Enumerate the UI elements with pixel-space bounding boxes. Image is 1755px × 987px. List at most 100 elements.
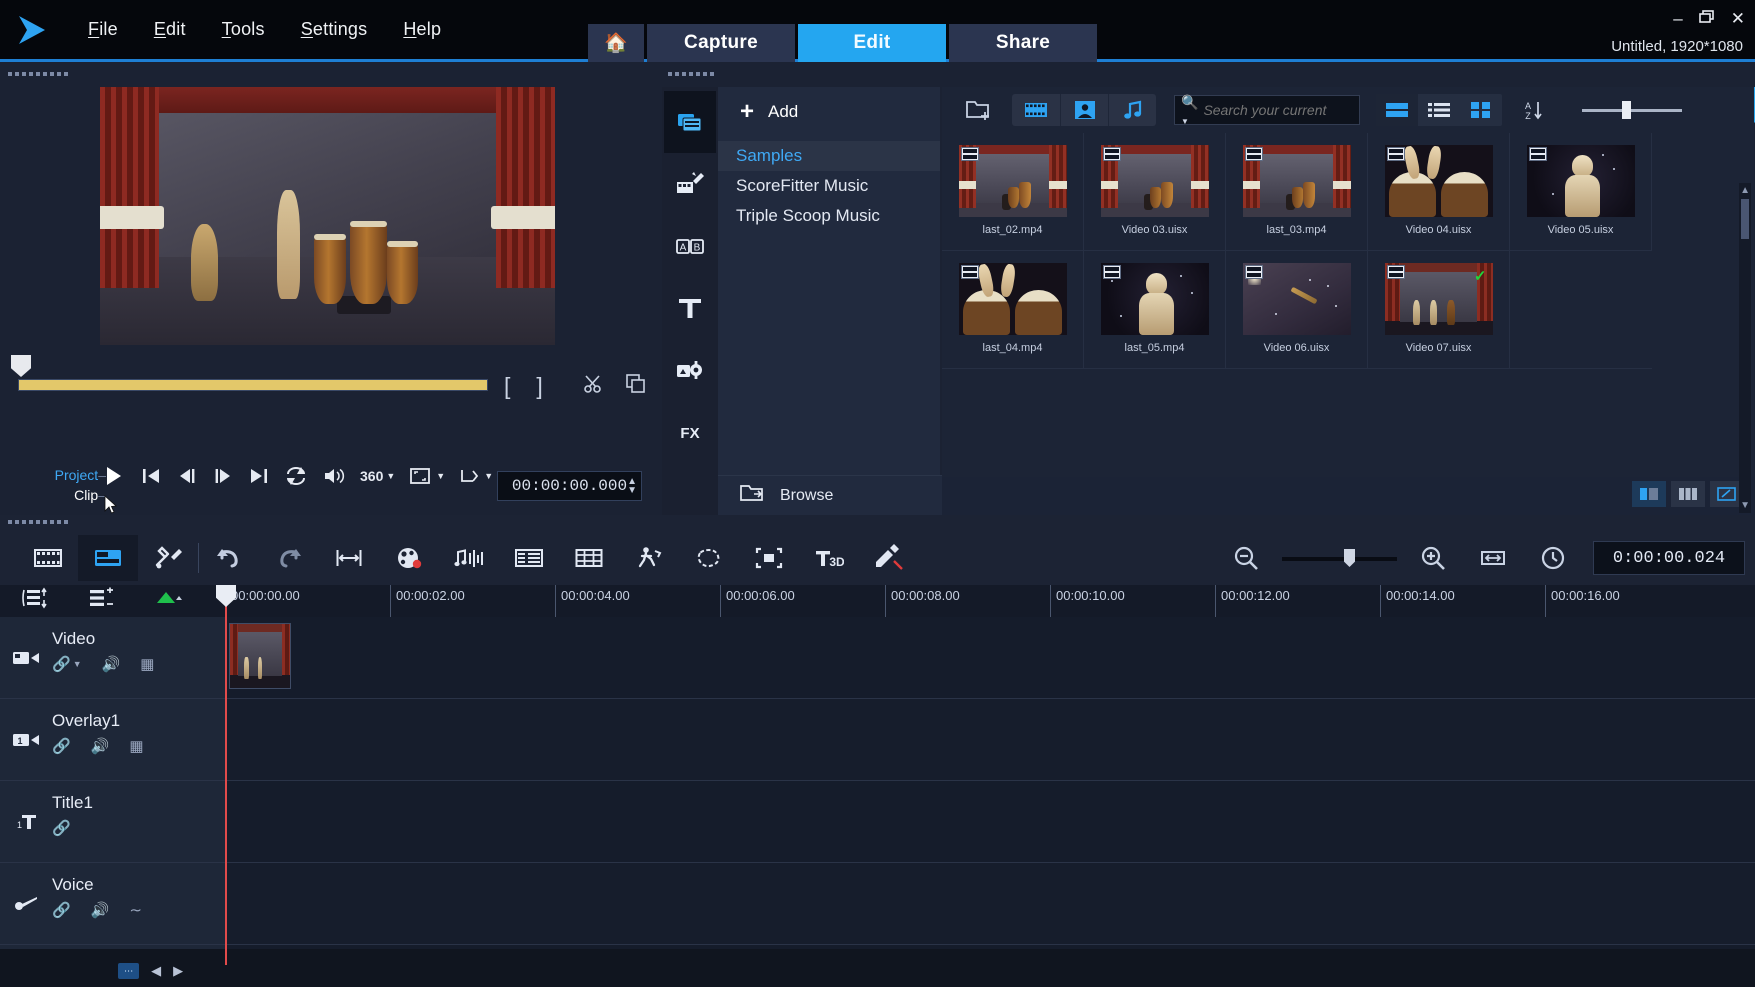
undo-button[interactable] [199,535,259,581]
screen-capture-button[interactable] [739,535,799,581]
link-icon[interactable]: 🔗 [52,819,71,837]
timeline-vertical-scrollbar[interactable]: ▲ ▼ [1739,183,1751,513]
close-button[interactable]: ✕ [1731,10,1745,27]
scroll-right-arrow[interactable]: ▶ [173,963,183,979]
track-height-button[interactable] [88,587,114,609]
track-manager-button[interactable] [22,587,48,609]
minimize-button[interactable]: – [1673,10,1682,27]
track-lane-title1[interactable] [225,781,1755,862]
media-item-last-02[interactable]: last_02.mp4 [942,133,1084,251]
transitions-icon[interactable] [664,153,716,215]
timeline-clip[interactable] [229,623,291,689]
media-item-video-05[interactable]: Video 05.uisx [1510,133,1652,251]
scroll-left-arrow[interactable]: ◀ [151,963,161,979]
tools-button[interactable] [138,535,198,581]
library-view-toggle[interactable] [1632,481,1666,507]
thumbnail-size-slider[interactable] [1582,100,1682,120]
menu-file[interactable]: File [70,16,136,43]
track-lane-voice[interactable] [225,863,1755,944]
filter-video-icon[interactable] [1012,94,1060,126]
clip-mode-label[interactable]: Clip– [28,485,106,505]
audio-mixer-button[interactable] [439,535,499,581]
thumbnail-size-knob[interactable] [1622,101,1631,119]
track-lane-overlay1[interactable] [225,699,1755,780]
project-mode-label[interactable]: Project– [28,465,106,485]
filter-audio-icon[interactable] [1108,94,1156,126]
view-details-button[interactable] [1418,94,1460,126]
link-icon[interactable]: 🔗 ▼ [52,655,82,673]
track-lane-video[interactable] [225,617,1755,698]
loop-button[interactable] [284,465,308,487]
subtitle-editor-button[interactable] [499,535,559,581]
track-header[interactable]: 1 Title1 🔗 [0,781,225,862]
preview-timecode[interactable]: 00:00:00.000 ▲ ▼ [497,471,642,501]
title-3d-button[interactable]: 3D [799,535,859,581]
fit-project-button[interactable] [319,535,379,581]
mute-pattern-icon[interactable]: ▦ [140,655,154,673]
preview-panel-grip[interactable] [8,72,68,76]
multicam-editor-button[interactable] [559,535,619,581]
track-header[interactable]: Video 🔗 ▼ 🔊 ▦ [0,617,225,698]
title-ab-icon[interactable]: AB [664,215,716,277]
volume-icon[interactable]: 🔊 [91,737,110,755]
zoom-slider-knob[interactable] [1344,549,1355,567]
add-track-button[interactable] [154,587,184,609]
media-item-video-03[interactable]: Video 03.uisx [1084,133,1226,251]
tree-item-scorefitter-music[interactable]: ScoreFitter Music [718,171,940,201]
zoom-in-icon[interactable] [1403,535,1463,581]
media-item-last-04[interactable]: last_04.mp4 [942,251,1084,369]
mark-out-button[interactable]: ] [536,373,542,400]
menu-edit[interactable]: Edit [136,16,204,43]
go-to-start-button[interactable] [140,465,162,487]
tree-item-triple-scoop-music[interactable]: Triple Scoop Music [718,201,940,231]
mark-in-button[interactable]: [ [504,373,510,400]
browse-button[interactable]: Browse [718,475,942,515]
timeline-timecode[interactable]: 0:00:00.024 [1593,541,1745,575]
copy-icon[interactable] [625,373,647,400]
search-input[interactable] [1203,102,1386,118]
tab-edit[interactable]: Edit [798,24,946,62]
timeline-playhead[interactable] [216,585,236,965]
scrubber-handle[interactable] [11,355,31,377]
next-frame-button[interactable] [212,465,234,487]
timeline-zoom-slider[interactable] [1282,547,1397,569]
track-header[interactable]: Voice 🔗 🔊 ∼ [0,863,225,944]
timeline-scroll-chip[interactable]: ∙∙∙ [118,963,140,979]
volume-button[interactable] [322,465,346,487]
scrollbar-thumb[interactable] [1741,199,1749,239]
paint-designer-button[interactable] [859,535,919,581]
redo-button[interactable] [259,535,319,581]
titles-icon[interactable] [664,277,716,339]
sort-az-icon[interactable]: AZ [1516,94,1552,126]
media-item-last-03[interactable]: last_03.mp4 [1226,133,1368,251]
previous-frame-button[interactable] [176,465,198,487]
menu-tools[interactable]: Tools [204,16,283,43]
volume-icon[interactable]: 🔊 [102,655,121,673]
video-preview-display[interactable] [100,87,555,345]
go-to-end-button[interactable] [248,465,270,487]
library-panel-grip[interactable] [668,72,714,76]
color-grading-button[interactable] [379,535,439,581]
fx-icon[interactable]: FX [664,401,716,463]
scissors-icon[interactable] [583,373,605,400]
mask-creator-button[interactable] [679,535,739,581]
play-button[interactable] [100,463,126,489]
scroll-down-arrow[interactable]: ▼ [1740,500,1750,511]
add-media-button[interactable]: + Add [718,87,940,137]
fit-to-window-icon[interactable] [1463,535,1523,581]
timeline-ruler[interactable]: 00:00:00.00 00:00:02.00 00:00:04.00 00:0… [225,585,1755,617]
link-icon[interactable]: 🔗 [52,901,71,919]
motion-tracking-button[interactable] [619,535,679,581]
tab-capture[interactable]: Capture [647,24,795,62]
zoom-out-icon[interactable] [1216,535,1276,581]
preview-scrubber[interactable]: [ ] [8,355,648,399]
timeline-panel-grip[interactable] [8,520,68,524]
view-grid-button[interactable] [1460,94,1502,126]
mute-pattern-icon[interactable]: ▦ [129,737,143,755]
menu-help[interactable]: Help [385,16,459,43]
filter-photo-icon[interactable] [1060,94,1108,126]
menu-settings[interactable]: Settings [283,16,386,43]
restore-button[interactable] [1698,10,1715,27]
scroll-up-arrow[interactable]: ▲ [1740,185,1750,196]
volume-icon[interactable]: 🔊 [91,901,110,919]
